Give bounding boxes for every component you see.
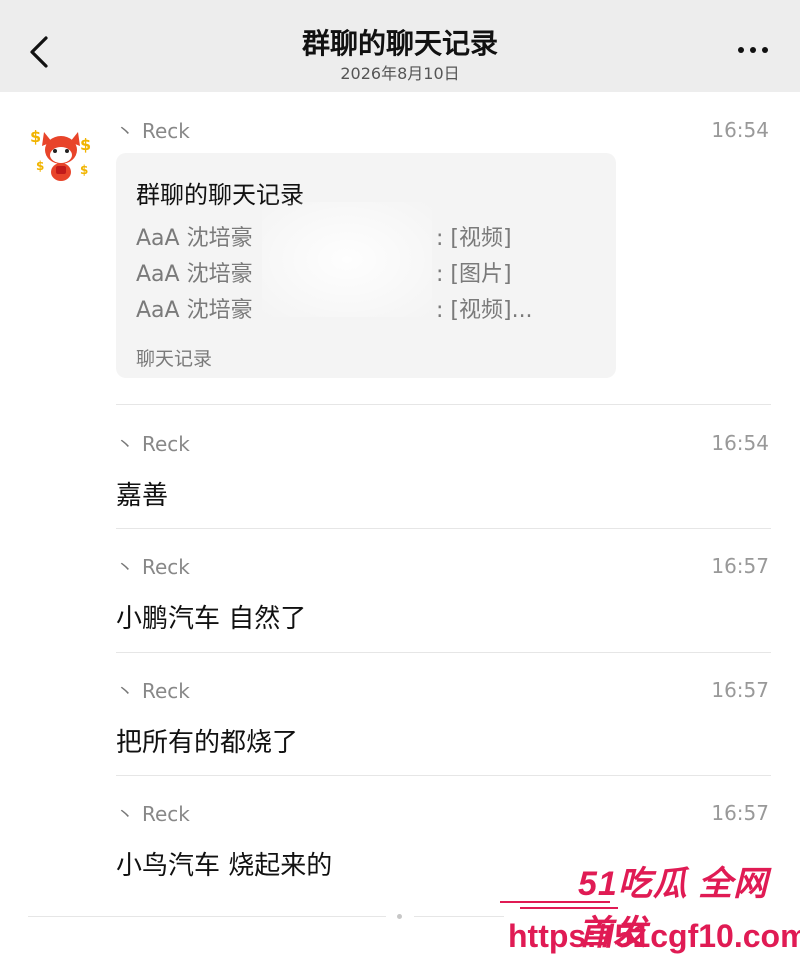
divider xyxy=(116,652,771,653)
avatar[interactable]: $ $ $ $ xyxy=(28,120,94,186)
tick-mark-icon: 丶 xyxy=(116,435,134,456)
svg-text:$: $ xyxy=(80,163,88,177)
watermark-url: https://51cgf10.com xyxy=(508,918,800,954)
divider xyxy=(116,775,771,776)
svg-text:$: $ xyxy=(80,135,91,154)
message-text: 小鹏汽车 自然了 xyxy=(116,604,307,634)
tick-mark-icon: 丶 xyxy=(116,558,134,579)
sender-name: 丶 Reck xyxy=(116,802,190,826)
tick-mark-icon: 丶 xyxy=(116,805,134,826)
sender-name: 丶 Reck xyxy=(116,432,190,456)
message-item: 丶 Reck 16:54 xyxy=(116,118,771,144)
message-time: 16:57 xyxy=(711,678,769,702)
message-text: 嘉善 xyxy=(116,481,169,511)
redaction-blur xyxy=(262,202,432,317)
watermark-speed-lines-icon xyxy=(500,901,618,909)
tick-mark-icon: 丶 xyxy=(116,122,134,143)
more-dots-icon[interactable] xyxy=(732,42,768,58)
svg-text:$: $ xyxy=(30,127,41,146)
message-item: 丶 Reck 16:54 嘉善 xyxy=(116,431,771,512)
card-footer: 聊天记录 xyxy=(136,348,213,370)
message-item: 丶 Reck 16:57 把所有的都烧了 xyxy=(116,678,771,759)
message-item: 丶 Reck 16:57 小鹏汽车 自然了 xyxy=(116,554,771,635)
divider xyxy=(116,404,771,405)
page-date: 2026年8月10日 xyxy=(340,64,460,83)
bottom-divider xyxy=(28,916,386,917)
sender-name: 丶 Reck xyxy=(116,679,190,703)
bottom-dot xyxy=(397,914,402,919)
tick-mark-icon: 丶 xyxy=(116,682,134,703)
sender-name: 丶 Reck xyxy=(116,555,190,579)
message-text: 把所有的都烧了 xyxy=(116,728,299,758)
message-time: 16:54 xyxy=(711,431,769,455)
top-bar: 群聊的聊天记录 2026年8月10日 xyxy=(0,0,800,92)
page-title: 群聊的聊天记录 xyxy=(301,27,498,60)
message-time: 16:57 xyxy=(711,554,769,578)
message-time: 16:54 xyxy=(711,118,769,142)
sender-name: 丶 Reck xyxy=(116,119,190,143)
message-time: 16:57 xyxy=(711,801,769,825)
divider xyxy=(116,528,771,529)
bottom-divider xyxy=(414,916,504,917)
watermark: 51吃瓜 全网首发 https://51cgf10.com xyxy=(500,848,800,964)
svg-text:$: $ xyxy=(36,159,44,173)
